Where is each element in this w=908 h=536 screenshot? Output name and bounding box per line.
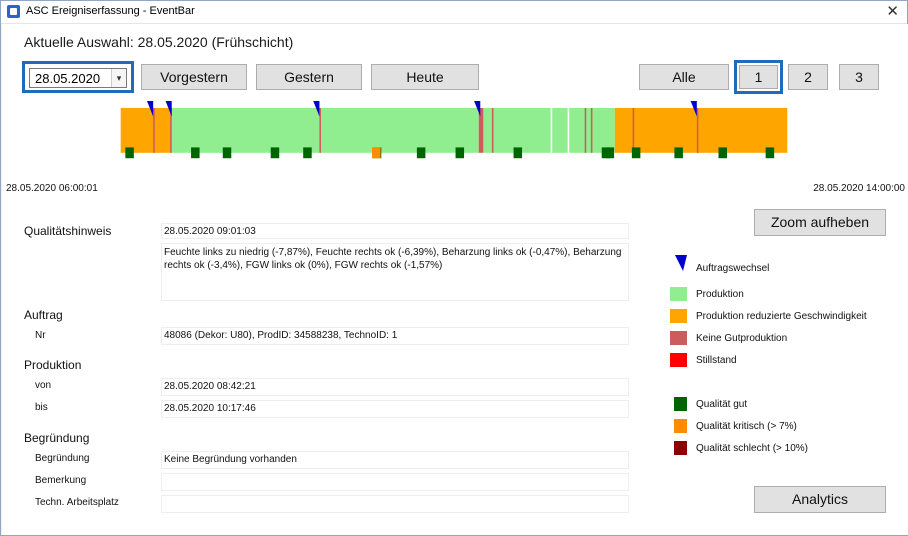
analytics-button[interactable]: Analytics xyxy=(754,486,886,513)
timeline-divider xyxy=(567,107,570,153)
quality-marker-q_kritisch[interactable] xyxy=(372,147,381,159)
quality-marker-q_gut[interactable] xyxy=(303,147,312,159)
begruendung-label: Begründung xyxy=(35,453,90,464)
von-label: von xyxy=(35,380,52,391)
quality-marker-q_gut[interactable] xyxy=(455,147,465,159)
legend-q-gut: Qualität gut xyxy=(696,399,748,410)
window-title: ASC Ereigniserfassung - EventBar xyxy=(26,5,195,17)
quality-marker-q_gut[interactable] xyxy=(718,147,727,159)
client-area: Aktuelle Auswahl: 28.05.2020 (Frühschich… xyxy=(2,24,908,535)
quality-marker-q_gut[interactable] xyxy=(631,147,641,159)
quality-marker-q_gut[interactable] xyxy=(222,147,232,159)
quality-marker-q_gut[interactable] xyxy=(513,147,523,159)
legend-swatch-stillstand xyxy=(670,353,687,367)
app-window: ASC Ereigniserfassung - EventBar ✕ Aktue… xyxy=(0,0,908,536)
nr-label: Nr xyxy=(35,330,46,341)
quality-marker-q_gut[interactable] xyxy=(765,147,775,159)
timeline-segment-reduziert[interactable] xyxy=(614,107,788,153)
date-value: 28.05.2020 xyxy=(35,71,101,86)
shift-all-button[interactable]: Alle xyxy=(639,64,729,90)
chevron-down-icon[interactable]: ▾ xyxy=(111,69,126,87)
produktion-header: Produktion xyxy=(24,358,82,372)
timeline-divider xyxy=(584,107,587,153)
shift-2-button[interactable]: 2 xyxy=(788,64,828,90)
selection-label: Aktuelle Auswahl: 28.05.2020 (Frühschich… xyxy=(24,34,294,50)
qualitaet-time-field[interactable]: 28.05.2020 09:01:03 xyxy=(161,223,629,239)
legend-swatch-produktion xyxy=(670,287,687,301)
quality-marker-q_gut[interactable] xyxy=(270,147,280,159)
timeline-start-label: 28.05.2020 06:00:01 xyxy=(6,183,98,194)
legend-produktion: Produktion xyxy=(696,289,744,300)
legend-keine-gut: Keine Gutproduktion xyxy=(696,333,788,344)
bemerkung-label: Bemerkung xyxy=(35,475,87,486)
app-icon xyxy=(7,5,20,18)
timeline-segment-reduziert[interactable] xyxy=(120,107,172,153)
arbeitsplatz-label: Techn. Arbeitsplatz xyxy=(35,497,119,508)
qualitaet-header: Qualitätshinweis xyxy=(24,224,112,238)
heute-button[interactable]: Heute xyxy=(371,64,479,90)
begruendung-field[interactable]: Keine Begründung vorhanden xyxy=(161,451,629,469)
nr-field[interactable]: 48086 (Dekor: U80), ProdID: 34588238, Te… xyxy=(161,327,629,345)
legend-q-schlecht: Qualität schlecht (> 10%) xyxy=(696,443,808,454)
legend-q-kritisch: Qualität kritisch (> 7%) xyxy=(696,421,797,432)
date-picker[interactable]: 28.05.2020 ▾ xyxy=(29,68,127,88)
timeline-end-label: 28.05.2020 14:00:00 xyxy=(813,183,905,194)
bemerkung-field[interactable] xyxy=(161,473,629,491)
quality-marker-q_gut[interactable] xyxy=(674,147,683,159)
auftrag-header: Auftrag xyxy=(24,308,63,322)
title-bar: ASC Ereigniserfassung - EventBar ✕ xyxy=(1,1,907,24)
legend-swatch-keine-gut xyxy=(670,331,687,345)
legend-swatch-q-schlecht xyxy=(674,441,687,455)
legend-wechsel: Auftragswechsel xyxy=(696,263,770,274)
arbeitsplatz-field[interactable] xyxy=(161,495,629,513)
timeline-segment-produktion[interactable] xyxy=(171,107,479,153)
timeline-divider xyxy=(590,107,593,153)
shift-3-button[interactable]: 3 xyxy=(839,64,879,90)
event-timeline[interactable] xyxy=(23,101,885,159)
von-field[interactable]: 28.05.2020 08:42:21 xyxy=(161,378,629,396)
quality-marker-q_gut[interactable] xyxy=(191,147,200,159)
gestern-button[interactable]: Gestern xyxy=(256,64,362,90)
close-icon[interactable]: ✕ xyxy=(886,2,899,20)
bis-label: bis xyxy=(35,402,48,413)
timeline-segment-produktion[interactable] xyxy=(483,107,615,153)
auftragswechsel-legend-icon xyxy=(675,255,687,271)
qualitaet-text-field[interactable]: Feuchte links zu niedrig (-7,87%), Feuch… xyxy=(161,243,629,301)
timeline-segment-keine_gut[interactable] xyxy=(478,107,484,153)
vorgestern-button[interactable]: Vorgestern xyxy=(141,64,247,90)
legend-reduziert: Produktion reduzierte Geschwindigkeit xyxy=(696,311,867,322)
timeline-divider xyxy=(696,107,699,153)
timeline-divider xyxy=(319,107,321,153)
bis-field[interactable]: 28.05.2020 10:17:46 xyxy=(161,400,629,418)
timeline-divider xyxy=(491,107,494,153)
legend-swatch-q-kritisch xyxy=(674,419,687,433)
quality-marker-q_gut[interactable] xyxy=(605,147,615,159)
legend-swatch-reduziert xyxy=(670,309,687,323)
legend-stillstand: Stillstand xyxy=(696,355,737,366)
timeline-divider xyxy=(632,107,635,153)
quality-marker-q_gut[interactable] xyxy=(125,147,134,159)
date-picker-focus-frame: 28.05.2020 ▾ xyxy=(22,61,134,93)
zoom-reset-button[interactable]: Zoom aufheben xyxy=(754,209,886,236)
legend-swatch-q-gut xyxy=(674,397,687,411)
timeline-divider xyxy=(550,107,553,153)
shift-1-button[interactable]: 1 xyxy=(739,65,778,89)
timeline-divider xyxy=(153,107,155,153)
begruendung-header: Begründung xyxy=(24,431,90,445)
quality-marker-q_gut[interactable] xyxy=(416,147,426,159)
